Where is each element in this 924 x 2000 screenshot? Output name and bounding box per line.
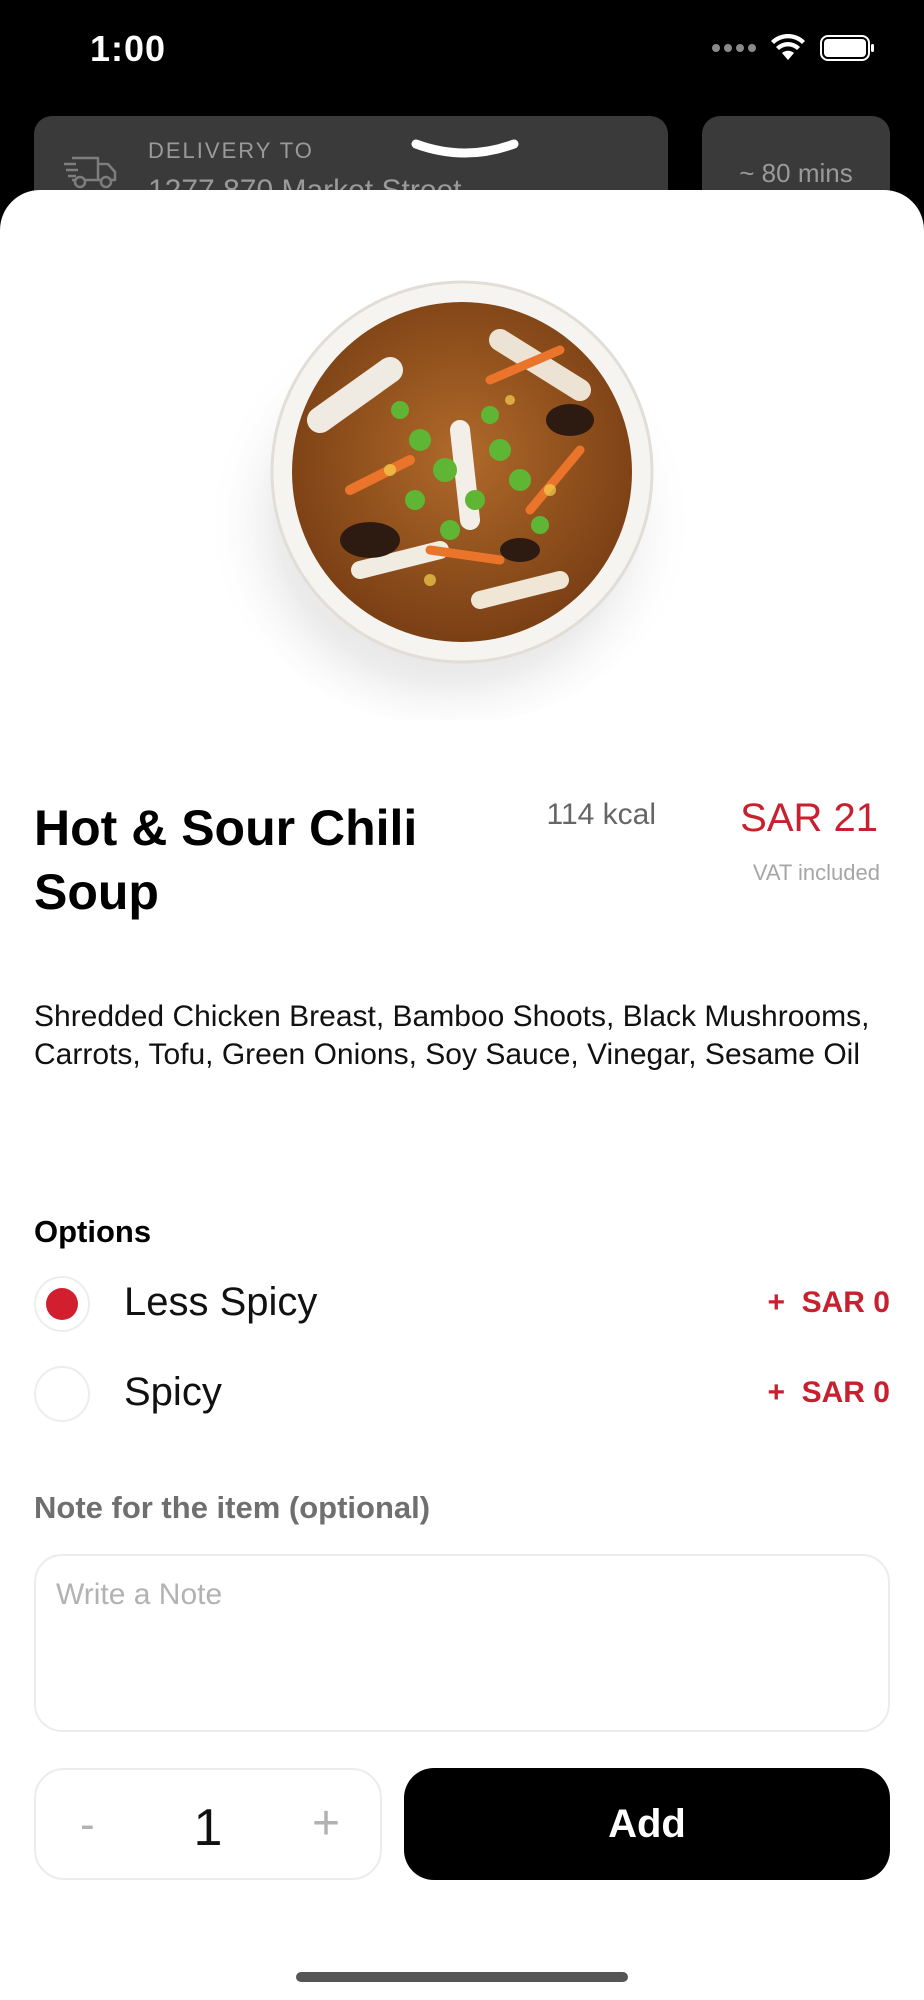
add-button[interactable]: Add — [404, 1768, 890, 1880]
background-header: DELIVERY TO 1277 870 Market Street ~ 80 … — [0, 110, 924, 226]
option-spicy[interactable]: Spicy + SAR 0 — [34, 1364, 890, 1424]
battery-icon — [820, 35, 874, 61]
home-indicator — [296, 1972, 628, 1982]
delivery-label: DELIVERY TO — [148, 138, 314, 163]
note-label: Note for the item (optional) — [34, 1490, 431, 1525]
increment-button[interactable]: + — [312, 1796, 340, 1851]
item-detail-sheet: Hot & Sour Chili Soup 114 kcal SAR 21 VA… — [0, 190, 924, 2000]
item-ingredients: Shredded Chicken Breast, Bamboo Shoots, … — [34, 1000, 870, 1071]
option-price: + SAR 0 — [767, 1286, 890, 1319]
option-less-spicy[interactable]: Less Spicy + SAR 0 — [34, 1274, 890, 1334]
option-price: + SAR 0 — [767, 1376, 890, 1409]
vat-note: VAT included — [752, 860, 880, 885]
option-label: Less Spicy — [124, 1280, 318, 1324]
item-price: SAR 21 — [740, 796, 878, 840]
wifi-icon — [771, 34, 805, 60]
dish-image — [205, 275, 695, 720]
signal-dots-icon — [712, 44, 756, 52]
radio-button-selected[interactable] — [34, 1276, 90, 1332]
options-title: Options — [34, 1214, 152, 1249]
item-kcal: 114 kcal — [546, 798, 656, 831]
add-button-label: Add — [608, 1801, 686, 1846]
status-bar: 1:00 — [0, 0, 924, 110]
chevron-down-icon[interactable] — [410, 136, 520, 170]
status-icons — [712, 34, 876, 62]
quantity-stepper: - 1 + — [34, 1768, 382, 1880]
item-title: Hot & Sour Chili Soup — [34, 800, 418, 920]
option-label: Spicy — [124, 1370, 222, 1414]
truck-icon — [64, 156, 117, 189]
note-box — [34, 1554, 890, 1732]
radio-button[interactable] — [34, 1366, 90, 1422]
eta-text: ~ 80 mins — [739, 158, 853, 188]
status-time: 1:00 — [90, 28, 167, 69]
note-input[interactable] — [56, 1578, 866, 1708]
